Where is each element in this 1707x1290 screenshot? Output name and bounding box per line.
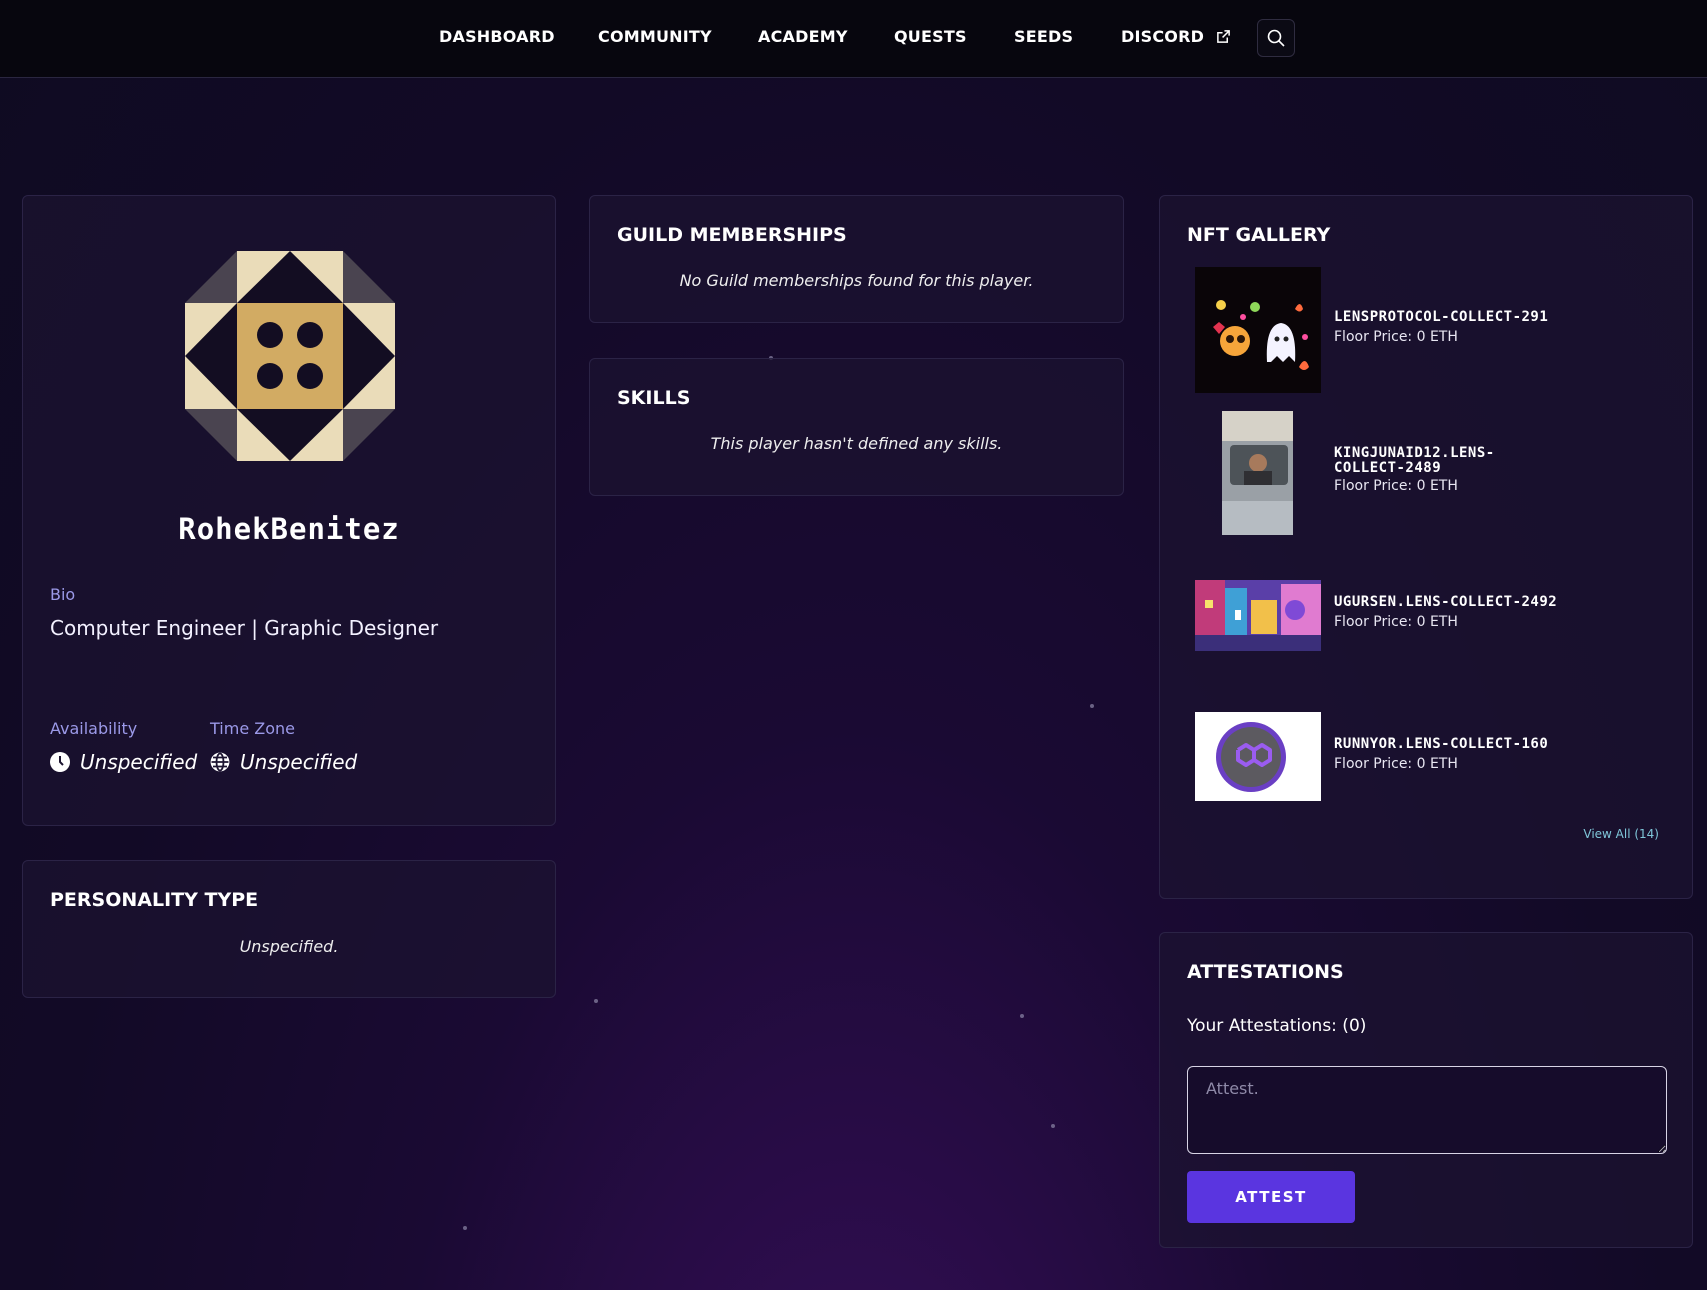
view-all-nfts-link[interactable]: View All (14) (1583, 827, 1659, 841)
background-star (1051, 1124, 1055, 1128)
top-navigation: DASHBOARD COMMUNITY ACADEMY QUESTS SEEDS… (0, 0, 1707, 78)
background-star (594, 999, 598, 1003)
player-avatar (185, 251, 395, 461)
player-name: RohekBenitez (178, 512, 400, 546)
nft-image[interactable] (1222, 411, 1293, 535)
bio-text: Computer Engineer | Graphic Designer (50, 616, 439, 640)
external-link-icon (1217, 30, 1230, 43)
nav-community[interactable]: COMMUNITY (598, 27, 712, 46)
nft-image[interactable] (1195, 712, 1321, 801)
nft-name[interactable]: ugursen.lens-Collect-2492 (1334, 595, 1634, 610)
nav-academy[interactable]: ACADEMY (758, 27, 848, 46)
nft-image[interactable] (1195, 267, 1321, 393)
nav-discord-label: DISCORD (1121, 27, 1205, 46)
nft-floor-price: Floor Price: 0 ETH (1334, 478, 1458, 494)
nft-floor-price: Floor Price: 0 ETH (1334, 614, 1458, 630)
clock-icon (50, 752, 70, 772)
nft-image[interactable] (1195, 580, 1321, 651)
personality-card: PERSONALITY TYPE Unspecified. (22, 860, 556, 998)
skills-card: SKILLS This player hasn't defined any sk… (589, 358, 1124, 496)
nft-car-photo (1222, 411, 1293, 535)
bio-label: Bio (50, 585, 76, 604)
profile-card: RohekBenitez Bio Computer Engineer | Gra… (22, 195, 556, 826)
nft-gallery-title: NFT GALLERY (1187, 224, 1331, 246)
availability-value: Unspecified (50, 750, 197, 774)
nav-seeds[interactable]: SEEDS (1014, 27, 1073, 46)
attestations-card: ATTESTATIONS Your Attestations: (0) ATTE… (1159, 932, 1693, 1248)
attest-button[interactable]: ATTEST (1187, 1171, 1355, 1223)
attestations-title: ATTESTATIONS (1187, 961, 1344, 983)
background-star (463, 1226, 467, 1230)
nft-name[interactable]: lensprotocol-Collect-291 (1334, 310, 1634, 325)
availability-label: Availability (50, 719, 138, 738)
skills-title: SKILLS (617, 387, 691, 409)
nav-quests[interactable]: QUESTS (894, 27, 967, 46)
nft-name[interactable]: runnyor.lens-Collect-160 (1334, 737, 1634, 752)
availability-text: Unspecified (80, 750, 198, 774)
nav-dashboard[interactable]: DASHBOARD (439, 27, 555, 46)
timezone-label: Time Zone (210, 719, 295, 738)
nft-street-painting (1195, 580, 1321, 651)
personality-value: Unspecified. (239, 937, 339, 956)
guild-memberships-title: GUILD MEMBERSHIPS (617, 224, 847, 246)
skills-empty: This player hasn't defined any skills. (710, 434, 1003, 453)
background-star (1090, 704, 1094, 708)
background-star (1020, 1014, 1024, 1018)
guild-memberships-empty: No Guild memberships found for this play… (679, 271, 1034, 290)
nft-gallery-card: NFT GALLERY lensprotocol-Collect-291 Flo… (1159, 195, 1693, 899)
nft-floor-price: Floor Price: 0 ETH (1334, 756, 1458, 772)
search-icon (1267, 29, 1285, 47)
timezone-value: Unspecified (210, 750, 357, 774)
personality-title: PERSONALITY TYPE (50, 889, 259, 911)
nft-ghost-artwork (1213, 300, 1309, 370)
search-button[interactable] (1257, 19, 1295, 57)
timezone-text: Unspecified (240, 750, 358, 774)
guild-memberships-card: GUILD MEMBERSHIPS No Guild memberships f… (589, 195, 1124, 323)
attestations-count: Your Attestations: (0) (1187, 1016, 1367, 1036)
attest-input[interactable] (1187, 1066, 1667, 1154)
nav-discord[interactable]: DISCORD (1121, 27, 1231, 46)
polygon-logo-icon (1216, 722, 1286, 792)
nft-floor-price: Floor Price: 0 ETH (1334, 329, 1458, 345)
globe-icon (210, 752, 230, 772)
nft-name[interactable]: kingjunaid12.lens-Collect-2489 (1334, 446, 1544, 476)
